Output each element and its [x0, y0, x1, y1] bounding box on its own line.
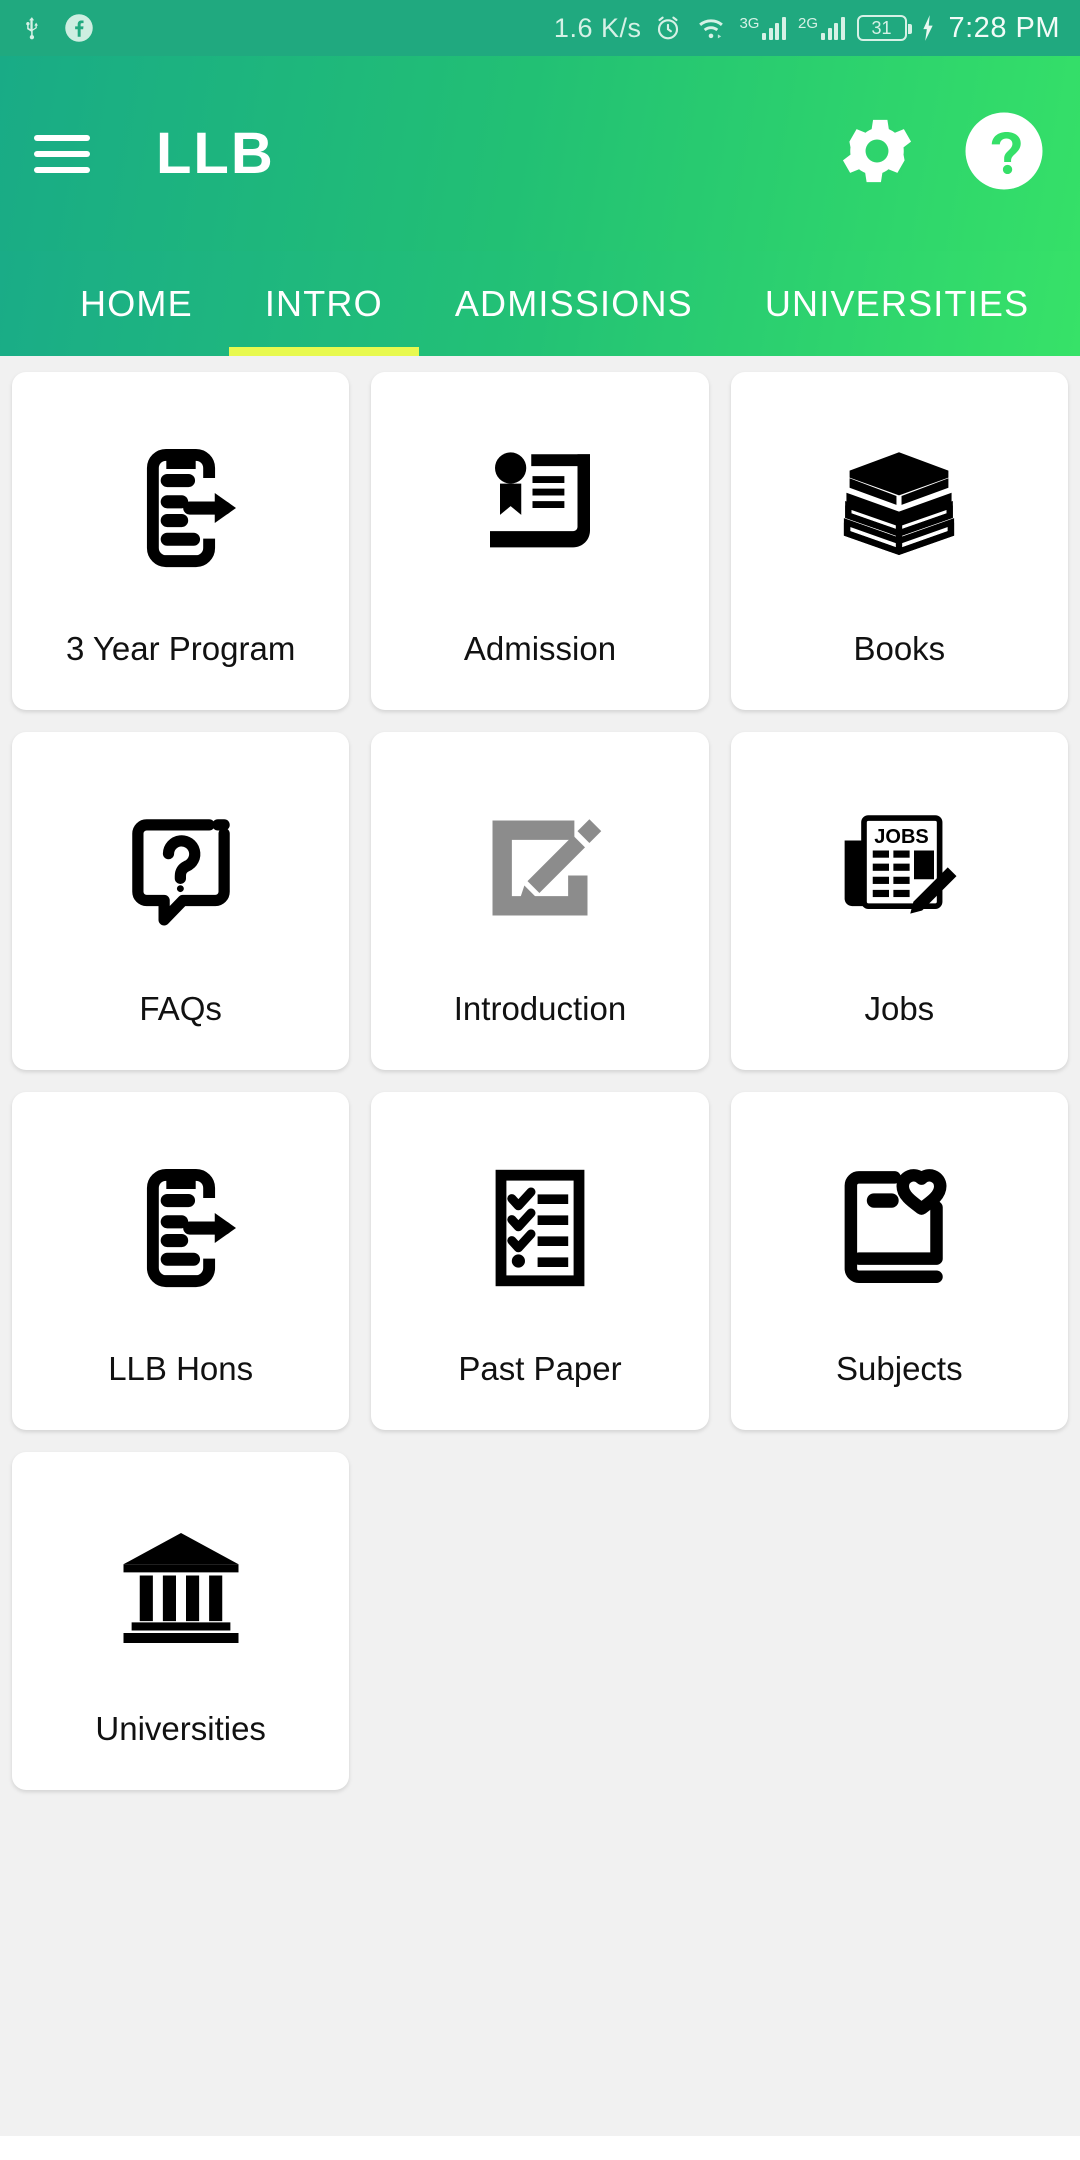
system-navigation-bar — [0, 2136, 1080, 2160]
tab-universities[interactable]: UNIVERSITIES — [729, 251, 1065, 356]
signal-3g: 3G — [739, 16, 786, 40]
menu-grid: 3 Year Program Admission Books FAQs Intr… — [12, 372, 1068, 1790]
grid-item-label: Admission — [463, 630, 617, 667]
book-heart-icon — [731, 1092, 1068, 1350]
hamburger-line — [34, 134, 90, 141]
document-export-icon — [12, 372, 349, 630]
question-mark-icon[interactable] — [962, 109, 1046, 198]
grid-item-subjects[interactable]: Subjects — [730, 1092, 1068, 1430]
battery-indicator: 31 — [856, 15, 912, 41]
battery-percent: 31 — [871, 17, 892, 38]
tab-bar[interactable]: HOME INTRO ADMISSIONS UNIVERSITIES PAST … — [0, 251, 1080, 356]
grid-item-3-year-program[interactable]: 3 Year Program — [12, 372, 350, 710]
status-bar-right-icons: 1.6 K/s 3G 2G 31 7:28 PM — [554, 12, 1060, 45]
network-speed: 1.6 K/s — [553, 12, 642, 43]
grid-item-admission[interactable]: Admission — [371, 372, 709, 710]
certificate-icon — [371, 372, 708, 630]
checklist-icon — [371, 1092, 708, 1350]
grid-item-llb-hons[interactable]: LLB Hons — [12, 1092, 350, 1430]
grid-item-label: Jobs — [864, 990, 935, 1027]
book-stack-icon — [731, 372, 1068, 630]
grid-item-introduction[interactable]: Introduction — [371, 732, 709, 1070]
grid-item-label: LLB Hons — [108, 1350, 254, 1387]
hamburger-line — [34, 150, 90, 157]
tab-admissions[interactable]: ADMISSIONS — [419, 251, 729, 356]
grid-item-label: Universities — [95, 1710, 266, 1747]
grid-item-label: Subjects — [836, 1350, 963, 1387]
wifi-icon — [695, 14, 727, 42]
grid-item-label: Introduction — [453, 990, 627, 1027]
document-export-icon — [12, 1092, 349, 1350]
gear-icon[interactable] — [834, 108, 920, 199]
grid-item-label: Past Paper — [458, 1350, 622, 1387]
network-type-label-2: 2G — [797, 15, 818, 32]
grid-item-label: FAQs — [139, 990, 222, 1027]
clock-time: 7:28 PM — [948, 11, 1060, 44]
signal-bars-2 — [821, 16, 845, 40]
tab-past-paper[interactable]: PAST PAPER — [1065, 251, 1080, 356]
network-type-label-1: 3G — [739, 15, 760, 32]
app-bar-actions — [834, 108, 1046, 199]
svg-text:JOBS: JOBS — [875, 826, 929, 848]
grid-item-jobs[interactable]: JOBS Jobs — [730, 732, 1068, 1070]
bank-building-icon — [12, 1452, 349, 1710]
grid-item-label: 3 Year Program — [66, 630, 296, 667]
grid-item-universities[interactable]: Universities — [12, 1452, 350, 1790]
signal-2g: 2G — [798, 16, 845, 40]
grid-item-label: Books — [853, 630, 946, 667]
grid-item-books[interactable]: Books — [730, 372, 1068, 710]
status-bar: 1.6 K/s 3G 2G 31 7:28 PM — [0, 0, 1080, 56]
content-area: 3 Year Program Admission Books FAQs Intr… — [0, 356, 1080, 2136]
tab-home[interactable]: HOME — [44, 251, 229, 356]
signal-bars-1 — [762, 16, 786, 40]
jobs-newspaper-icon: JOBS — [731, 732, 1068, 990]
grid-item-faqs[interactable]: FAQs — [12, 732, 350, 1070]
grid-item-past-paper[interactable]: Past Paper — [371, 1092, 709, 1430]
facebook-icon — [64, 13, 94, 43]
edit-pencil-icon — [371, 732, 708, 990]
question-bubble-icon — [12, 732, 349, 990]
hamburger-line — [34, 166, 90, 173]
status-bar-left-icons — [20, 13, 94, 43]
page-title: LLB — [156, 121, 275, 186]
hamburger-menu-icon[interactable] — [34, 134, 90, 173]
charging-bolt-icon — [919, 14, 937, 42]
usb-icon — [20, 13, 46, 43]
tab-intro[interactable]: INTRO — [228, 251, 419, 356]
alarm-icon — [653, 13, 683, 43]
app-bar: LLB — [0, 56, 1080, 251]
